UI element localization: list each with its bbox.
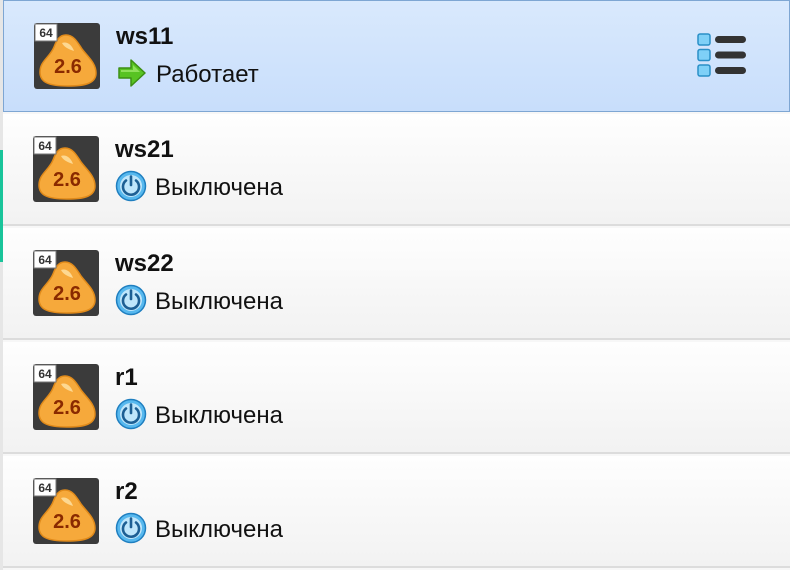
running-arrow-icon [118,59,146,87]
power-off-icon [115,170,147,202]
svg-text:64: 64 [38,139,52,153]
vm-name: ws11 [116,23,174,50]
vm-name: r2 [115,478,138,505]
vm-name: ws21 [115,136,174,163]
svg-text:64: 64 [38,253,52,267]
svg-text:2.6: 2.6 [54,56,82,78]
power-off-icon [115,512,147,544]
vm-row-r2[interactable]: 64 2.6 r2 Выключена [3,456,790,568]
svg-text:64: 64 [38,367,52,381]
svg-text:64: 64 [39,26,53,40]
svg-text:2.6: 2.6 [53,511,81,533]
vm-state-label: Выключена [155,288,283,315]
linux-26-64-os-icon: 64 2.6 [33,136,99,202]
vm-state-label: Выключена [155,174,283,201]
svg-text:2.6: 2.6 [53,397,81,419]
svg-text:2.6: 2.6 [53,283,81,305]
power-off-icon [115,398,147,430]
linux-26-64-os-icon: 64 2.6 [33,250,99,316]
vm-row-ws22[interactable]: 64 2.6 ws22 Выключена [3,228,790,340]
linux-26-64-os-icon: 64 2.6 [33,364,99,430]
linux-26-64-os-icon: 64 2.6 [33,478,99,544]
vm-name: ws22 [115,250,174,277]
vm-list: 64 2.6 ws11 Работает 64 2.6 ws21 Выключе… [0,0,790,570]
svg-text:2.6: 2.6 [53,169,81,191]
linux-26-64-os-icon: 64 2.6 [34,23,100,89]
vm-state-label: Выключена [155,402,283,429]
svg-text:64: 64 [38,481,52,495]
vm-row-ws11[interactable]: 64 2.6 ws11 Работает [3,0,790,112]
vm-menu-icon[interactable] [696,31,748,79]
vm-row-r1[interactable]: 64 2.6 r1 Выключена [3,342,790,454]
vm-name: r1 [115,364,138,391]
vm-row-ws21[interactable]: 64 2.6 ws21 Выключена [3,114,790,226]
vm-state-label: Работает [156,61,259,88]
power-off-icon [115,284,147,316]
vm-state-label: Выключена [155,516,283,543]
